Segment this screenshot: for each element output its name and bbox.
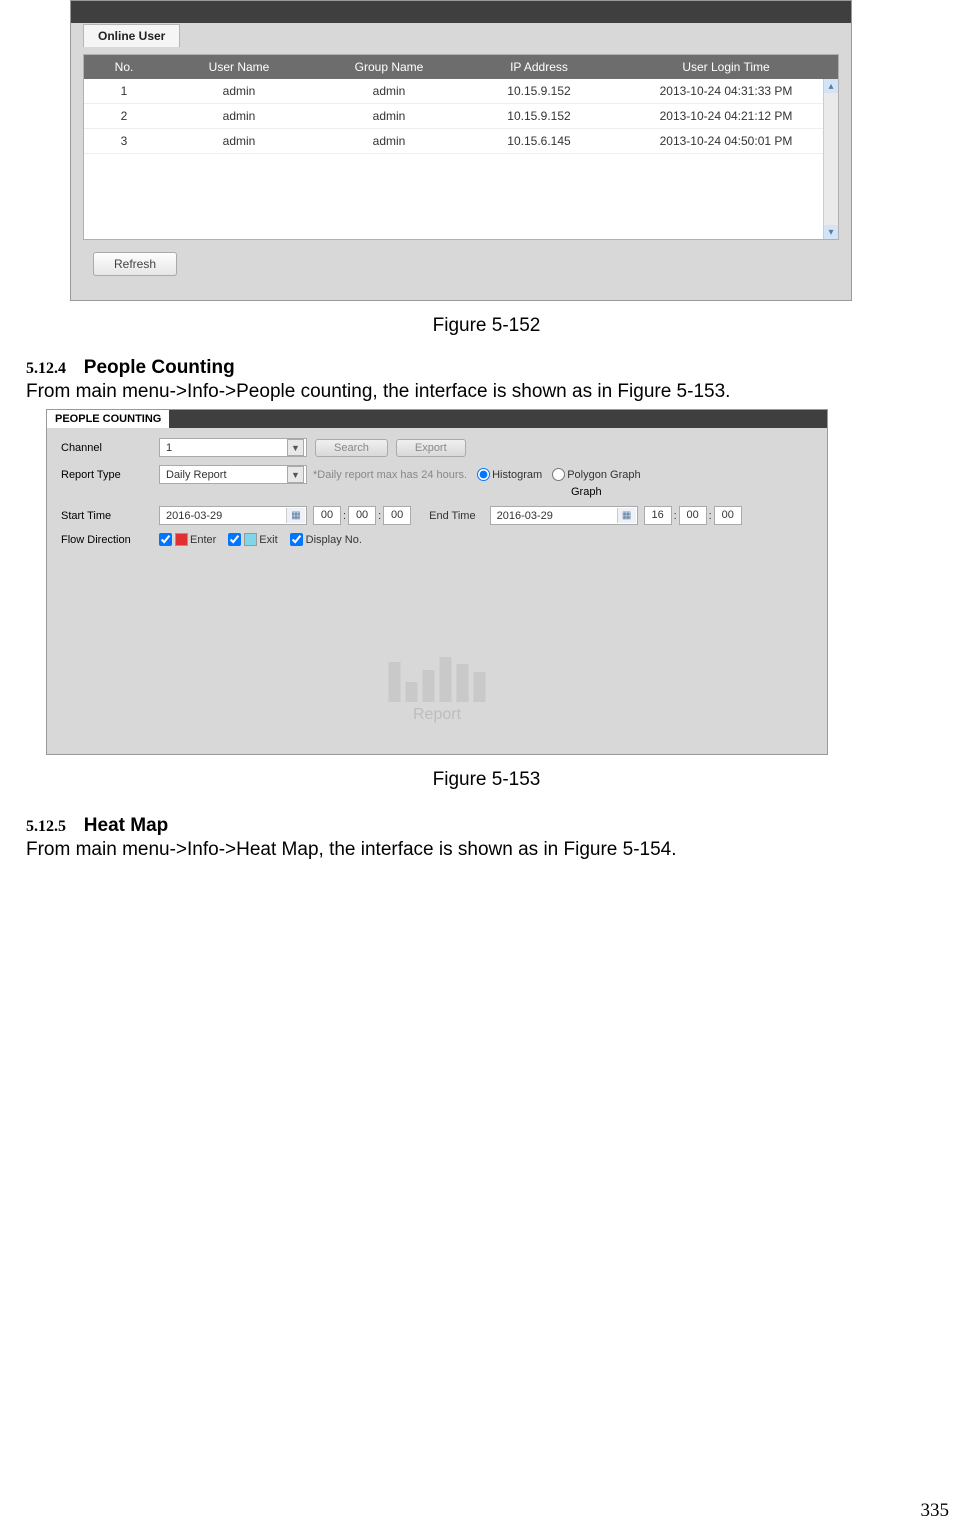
report-type-value: Daily Report — [166, 469, 227, 481]
section-body: From main menu->Info->Heat Map, the inte… — [26, 839, 953, 861]
end-date-input[interactable]: 2016-03-29 ▦ — [490, 506, 638, 525]
start-date-input[interactable]: 2016-03-29 ▦ — [159, 506, 307, 525]
checkbox-enter[interactable]: Enter — [159, 533, 216, 546]
radio-polygon[interactable]: Polygon Graph — [552, 468, 640, 481]
label-report-type: Report Type — [61, 469, 159, 481]
page-number: 335 — [921, 1500, 950, 1522]
chevron-down-icon: ▼ — [287, 439, 304, 456]
checkbox-display-no[interactable]: Display No. — [290, 533, 362, 546]
report-placeholder: Report — [389, 650, 486, 724]
label-flow-direction: Flow Direction — [61, 534, 159, 546]
calendar-icon: ▦ — [617, 508, 636, 523]
refresh-button[interactable]: Refresh — [93, 252, 177, 276]
radio-histogram[interactable]: Histogram — [477, 468, 542, 481]
end-hour-input[interactable]: 16 — [644, 506, 672, 525]
window-titlebar — [71, 1, 851, 23]
channel-select[interactable]: 1 ▼ — [159, 438, 307, 457]
section-number: 5.12.5 — [26, 818, 66, 835]
label-channel: Channel — [61, 442, 159, 454]
channel-value: 1 — [166, 442, 172, 454]
online-user-table: No. User Name Group Name IP Address User… — [83, 54, 839, 240]
col-groupname: Group Name — [314, 55, 464, 79]
table-row[interactable]: 2adminadmin10.15.9.1522013-10-24 04:21:1… — [84, 104, 838, 129]
section-number: 5.12.4 — [26, 360, 66, 377]
scroll-up-icon[interactable]: ▴ — [824, 79, 838, 93]
bar-chart-icon — [389, 650, 486, 702]
label-start-time: Start Time — [61, 510, 159, 522]
window-titlebar: PEOPLE COUNTING — [47, 410, 827, 428]
figure-5-153: PEOPLE COUNTING Channel 1 ▼ Search Expor… — [46, 409, 828, 755]
scrollbar[interactable]: ▴ ▾ — [823, 79, 838, 239]
end-min-input[interactable]: 00 — [679, 506, 707, 525]
col-logintime: User Login Time — [614, 55, 838, 79]
label-end-time: End Time — [429, 510, 475, 522]
search-button[interactable]: Search — [315, 439, 388, 457]
tab-online-user[interactable]: Online User — [83, 24, 180, 47]
table-row[interactable]: 1adminadmin10.15.9.1522013-10-24 04:31:3… — [84, 79, 838, 104]
start-hour-input[interactable]: 00 — [313, 506, 341, 525]
calendar-icon: ▦ — [286, 508, 305, 523]
section-title: Heat Map — [84, 815, 168, 836]
table-row[interactable]: 3adminadmin10.15.6.1452013-10-24 04:50:0… — [84, 129, 838, 154]
export-button[interactable]: Export — [396, 439, 466, 457]
col-no: No. — [84, 55, 164, 79]
exit-color-swatch — [244, 533, 257, 546]
col-username: User Name — [164, 55, 314, 79]
note-text: *Daily report max has 24 hours. — [313, 469, 467, 481]
start-min-input[interactable]: 00 — [348, 506, 376, 525]
col-ip: IP Address — [464, 55, 614, 79]
label-graph: Graph — [571, 486, 602, 498]
figure-caption: Figure 5-152 — [20, 315, 953, 337]
figure-5-152: Online User No. User Name Group Name IP … — [70, 0, 852, 301]
enter-color-swatch — [175, 533, 188, 546]
tab-people-counting[interactable]: PEOPLE COUNTING — [47, 410, 169, 428]
figure-caption: Figure 5-153 — [20, 769, 953, 791]
chevron-down-icon: ▼ — [287, 466, 304, 483]
section-body: From main menu->Info->People counting, t… — [26, 381, 953, 403]
start-sec-input[interactable]: 00 — [383, 506, 411, 525]
end-sec-input[interactable]: 00 — [714, 506, 742, 525]
scroll-down-icon[interactable]: ▾ — [824, 225, 838, 239]
report-type-select[interactable]: Daily Report ▼ — [159, 465, 307, 484]
checkbox-exit[interactable]: Exit — [228, 533, 277, 546]
section-title: People Counting — [84, 357, 235, 378]
